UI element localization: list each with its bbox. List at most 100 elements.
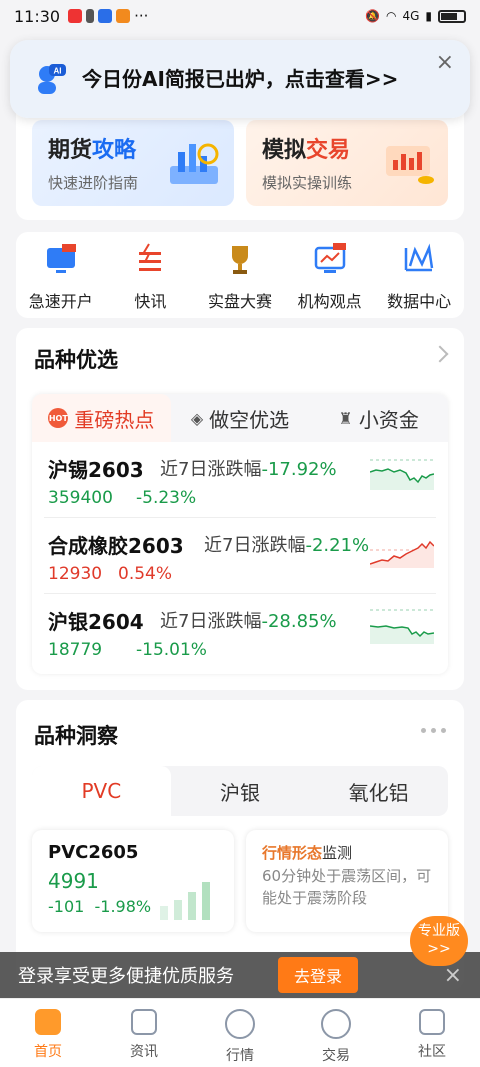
home-icon bbox=[35, 1009, 61, 1035]
toast-text: 今日份AI简报已出炉，点击查看>> bbox=[82, 67, 399, 91]
contract-name: 沪银2604 bbox=[48, 610, 144, 634]
nav-trade[interactable]: 交易 bbox=[288, 999, 384, 1067]
app-notification-icon bbox=[68, 9, 83, 23]
quick-open-account[interactable]: 急速开户 bbox=[16, 240, 106, 318]
quick-institution-view[interactable]: 机构观点 bbox=[285, 240, 375, 318]
selection-tabs: HOT 重磅热点 ◈ 做空优选 ♜ 小资金 bbox=[32, 394, 448, 442]
tab-short-picks[interactable]: ◈ 做空优选 bbox=[171, 394, 310, 442]
section-title: 品种优选 bbox=[34, 348, 118, 372]
pct-label: 近7日涨跌幅 bbox=[160, 611, 262, 632]
price: 18779 bbox=[48, 640, 103, 660]
network-label: 4G bbox=[402, 9, 420, 23]
change-percent: -1.98% bbox=[94, 897, 152, 916]
selection-panel: HOT 重磅热点 ◈ 做空优选 ♜ 小资金 沪锡2603 近7日涨跌幅-17.92% … bbox=[32, 394, 448, 674]
login-button[interactable]: 去登录 bbox=[278, 957, 359, 993]
nav-home[interactable]: 首页 bbox=[0, 999, 96, 1067]
community-chat-icon bbox=[419, 1009, 445, 1035]
monitor-title-a: 行情形态 bbox=[262, 844, 323, 862]
mute-icon: 🔕 bbox=[365, 9, 380, 23]
more-options-icon[interactable] bbox=[421, 728, 446, 733]
nav-label: 行情 bbox=[226, 1048, 254, 1064]
change-percent: 0.54% bbox=[118, 564, 173, 584]
contract-name: 合成橡胶2603 bbox=[48, 534, 184, 558]
ai-icon-label: AI bbox=[54, 67, 62, 76]
price: 359400 bbox=[48, 488, 113, 508]
quick-label: 实盘大赛 bbox=[207, 292, 272, 311]
login-bar-close-button[interactable]: × bbox=[444, 963, 462, 988]
promo-title-b: 攻略 bbox=[92, 138, 137, 163]
pro-version-button[interactable]: 专业版 >> bbox=[410, 916, 468, 966]
nav-label: 首页 bbox=[34, 1044, 62, 1060]
list-item[interactable]: 合成橡胶2603 近7日涨跌幅-2.21% 12930 0.54% bbox=[44, 518, 436, 594]
price: 12930 bbox=[48, 564, 103, 584]
wifi-icon: ◠ bbox=[385, 9, 397, 23]
news-icon bbox=[131, 1009, 157, 1035]
pro-label: 专业版 bbox=[418, 923, 460, 939]
market-chart-icon bbox=[225, 1009, 255, 1039]
promo-futures-guide[interactable]: 期货攻略 快速进阶指南 bbox=[32, 120, 234, 206]
toast-close-button[interactable]: × bbox=[436, 50, 454, 75]
tab-hot-topics[interactable]: HOT 重磅热点 bbox=[32, 394, 171, 442]
list-item[interactable]: 沪银2604 近7日涨跌幅-28.85% 18779 -15.01% bbox=[44, 594, 436, 670]
nav-market[interactable]: 行情 bbox=[192, 999, 288, 1067]
change-percent: -5.23% bbox=[136, 488, 197, 508]
promo-title-a: 期货 bbox=[48, 138, 93, 163]
tab-small-capital[interactable]: ♜ 小资金 bbox=[309, 394, 448, 442]
open-account-icon bbox=[46, 244, 76, 273]
pct-value: -17.92% bbox=[261, 459, 337, 480]
nav-label: 社区 bbox=[418, 1044, 446, 1060]
sparkline-chart bbox=[370, 609, 434, 644]
pct-value: -2.21% bbox=[305, 535, 370, 556]
pct-label: 近7日涨跌幅 bbox=[160, 459, 262, 480]
nav-news[interactable]: 资讯 bbox=[96, 999, 192, 1067]
section-title: 品种洞察 bbox=[34, 724, 118, 748]
quick-news-flash[interactable]: 快讯 bbox=[106, 240, 196, 318]
shield-icon bbox=[98, 9, 113, 23]
promo-simulated-trading[interactable]: 模拟交易 模拟实操训练 bbox=[246, 120, 448, 206]
quick-label: 机构观点 bbox=[297, 292, 362, 311]
trading-board-art-icon bbox=[386, 146, 434, 184]
login-prompt-bar: 登录享受更多便捷优质服务 去登录 × bbox=[0, 952, 480, 998]
nav-community[interactable]: 社区 bbox=[384, 999, 480, 1067]
change-percent: -15.01% bbox=[136, 640, 207, 660]
variety-selection-card: 品种优选 HOT 重磅热点 ◈ 做空优选 ♜ 小资金 沪锡2603 近7日涨跌幅-17… bbox=[16, 328, 464, 690]
tab-label: 做空优选 bbox=[209, 407, 290, 432]
promo-card: 期货攻略 快速进阶指南 模拟交易 模拟实操训练 bbox=[16, 102, 464, 220]
pattern-monitor-card[interactable]: 行情形态监测 60分钟处于震荡区间，可能处于震荡阶段 bbox=[246, 830, 448, 932]
insight-tabs: PVC 沪银 氧化铝 bbox=[32, 766, 448, 816]
contract-name: 沪锡2603 bbox=[48, 458, 144, 482]
tab-silver[interactable]: 沪银 bbox=[171, 766, 310, 816]
change-value: -101 bbox=[48, 897, 85, 916]
ai-briefing-toast[interactable]: AI 今日份AI简报已出炉，点击查看>> × bbox=[10, 40, 470, 118]
contract-code: PVC2605 bbox=[48, 842, 139, 863]
login-message: 登录享受更多便捷优质服务 bbox=[18, 966, 234, 987]
tab-pvc[interactable]: PVC bbox=[32, 766, 171, 816]
data-center-icon bbox=[404, 243, 434, 272]
promo-title-a: 模拟 bbox=[262, 138, 307, 163]
tab-alumina[interactable]: 氧化铝 bbox=[309, 766, 448, 816]
status-bar: 11:30 ··· 🔕 ◠ 4G ▮ bbox=[0, 0, 480, 32]
variety-insight-card: 品种洞察 PVC 沪银 氧化铝 PVC2605 4991 -101 -1.98%… bbox=[16, 700, 464, 990]
ai-robot-icon: AI bbox=[32, 61, 68, 97]
nav-label: 资讯 bbox=[130, 1044, 158, 1060]
quick-live-contest[interactable]: 实盘大赛 bbox=[195, 240, 285, 318]
quick-entry-bar: 急速开户 快讯 实盘大赛 机构观点 数据中心 bbox=[16, 232, 464, 318]
chevron-right-icon[interactable] bbox=[431, 345, 449, 363]
nav-label: 交易 bbox=[322, 1048, 350, 1064]
more-icon: ··· bbox=[134, 7, 149, 25]
clock: 11:30 bbox=[14, 6, 61, 26]
money-bag-icon: ♜ bbox=[338, 408, 353, 428]
promo-title-b: 交易 bbox=[306, 138, 351, 163]
alert-icon bbox=[86, 9, 95, 23]
pct-label: 近7日涨跌幅 bbox=[204, 535, 306, 556]
bar-chart-art-icon bbox=[170, 143, 219, 184]
trade-exchange-icon bbox=[321, 1009, 351, 1039]
sparkline-chart bbox=[370, 459, 434, 490]
quote-card[interactable]: PVC2605 4991 -101 -1.98% bbox=[32, 830, 234, 932]
quick-label: 数据中心 bbox=[387, 292, 452, 311]
chat-icon bbox=[116, 9, 131, 23]
sparkline-chart bbox=[370, 540, 434, 568]
quick-data-center[interactable]: 数据中心 bbox=[374, 240, 464, 318]
list-item[interactable]: 沪锡2603 近7日涨跌幅-17.92% 359400 -5.23% bbox=[44, 442, 436, 518]
pct-value: -28.85% bbox=[261, 611, 337, 632]
